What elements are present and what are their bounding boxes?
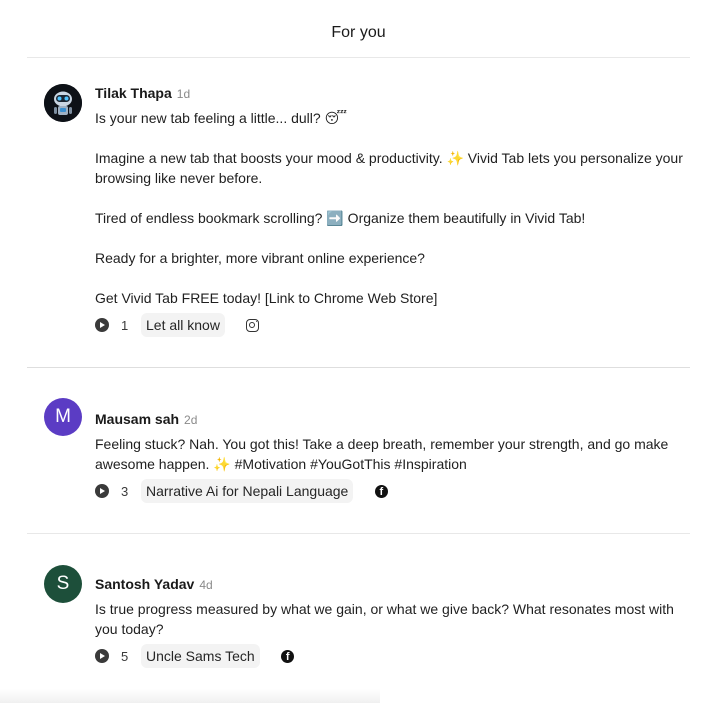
avatar[interactable] (44, 84, 82, 122)
scroll-fade (0, 689, 380, 703)
post-body: Is your new tab feeling a little... dull… (95, 108, 690, 308)
play-count: 5 (121, 648, 129, 664)
post-card[interactable]: S Santosh Yadav 4d Is true progress meas… (27, 534, 690, 703)
facebook-icon[interactable]: f (374, 484, 388, 498)
play-icon[interactable] (95, 318, 109, 332)
post-paragraph: Imagine a new tab that boosts your mood … (95, 150, 683, 186)
play-count: 3 (121, 483, 129, 499)
post-card[interactable]: M Mausam sah 2d Feeling stuck? Nah. You … (27, 368, 690, 534)
author-name[interactable]: Santosh Yadav (95, 575, 194, 593)
play-icon[interactable] (95, 649, 109, 663)
avatar[interactable]: S (44, 565, 82, 603)
avatar-letter: S (56, 573, 70, 594)
play-count: 1 (121, 317, 129, 333)
post-actions: 1 Let all know (95, 312, 690, 338)
tag-chip[interactable]: Uncle Sams Tech (141, 644, 260, 668)
post-body: Is true progress measured by what we gai… (95, 599, 690, 639)
tag-chip[interactable]: Narrative Ai for Nepali Language (141, 479, 354, 503)
author-name[interactable]: Tilak Thapa (95, 84, 172, 102)
post-body: Feeling stuck? Nah. You got this! Take a… (95, 434, 690, 474)
post-time: 2d (184, 413, 198, 427)
post-paragraph: Feeling stuck? Nah. You got this! Take a… (95, 436, 669, 472)
instagram-icon[interactable] (246, 318, 260, 332)
post-actions: 3 Narrative Ai for Nepali Language f (95, 478, 690, 504)
post-paragraph: Is your new tab feeling a little... dull… (95, 110, 348, 126)
post-time: 1d (176, 87, 191, 101)
facebook-icon[interactable]: f (281, 649, 295, 663)
post-paragraph: Tired of endless bookmark scrolling? ➡️ … (95, 210, 586, 226)
post-paragraph: Get Vivid Tab FREE today! [Link to Chrom… (95, 290, 438, 306)
author-name[interactable]: Mausam sah (95, 410, 179, 428)
robot-avatar-icon (44, 84, 82, 122)
play-icon[interactable] (95, 484, 109, 498)
post-time: 4d (199, 578, 213, 592)
post-actions: 5 Uncle Sams Tech f (95, 643, 690, 669)
avatar[interactable]: M (44, 398, 82, 436)
post-card[interactable]: Tilak Thapa 1d Is your new tab feeling a… (27, 58, 690, 368)
avatar-letter: M (55, 406, 71, 427)
feed-header: For you (27, 0, 690, 58)
post-paragraph: Is true progress measured by what we gai… (95, 601, 674, 637)
page-title: For you (331, 23, 386, 41)
post-paragraph: Ready for a brighter, more vibrant onlin… (95, 250, 425, 266)
tag-chip[interactable]: Let all know (141, 313, 225, 337)
